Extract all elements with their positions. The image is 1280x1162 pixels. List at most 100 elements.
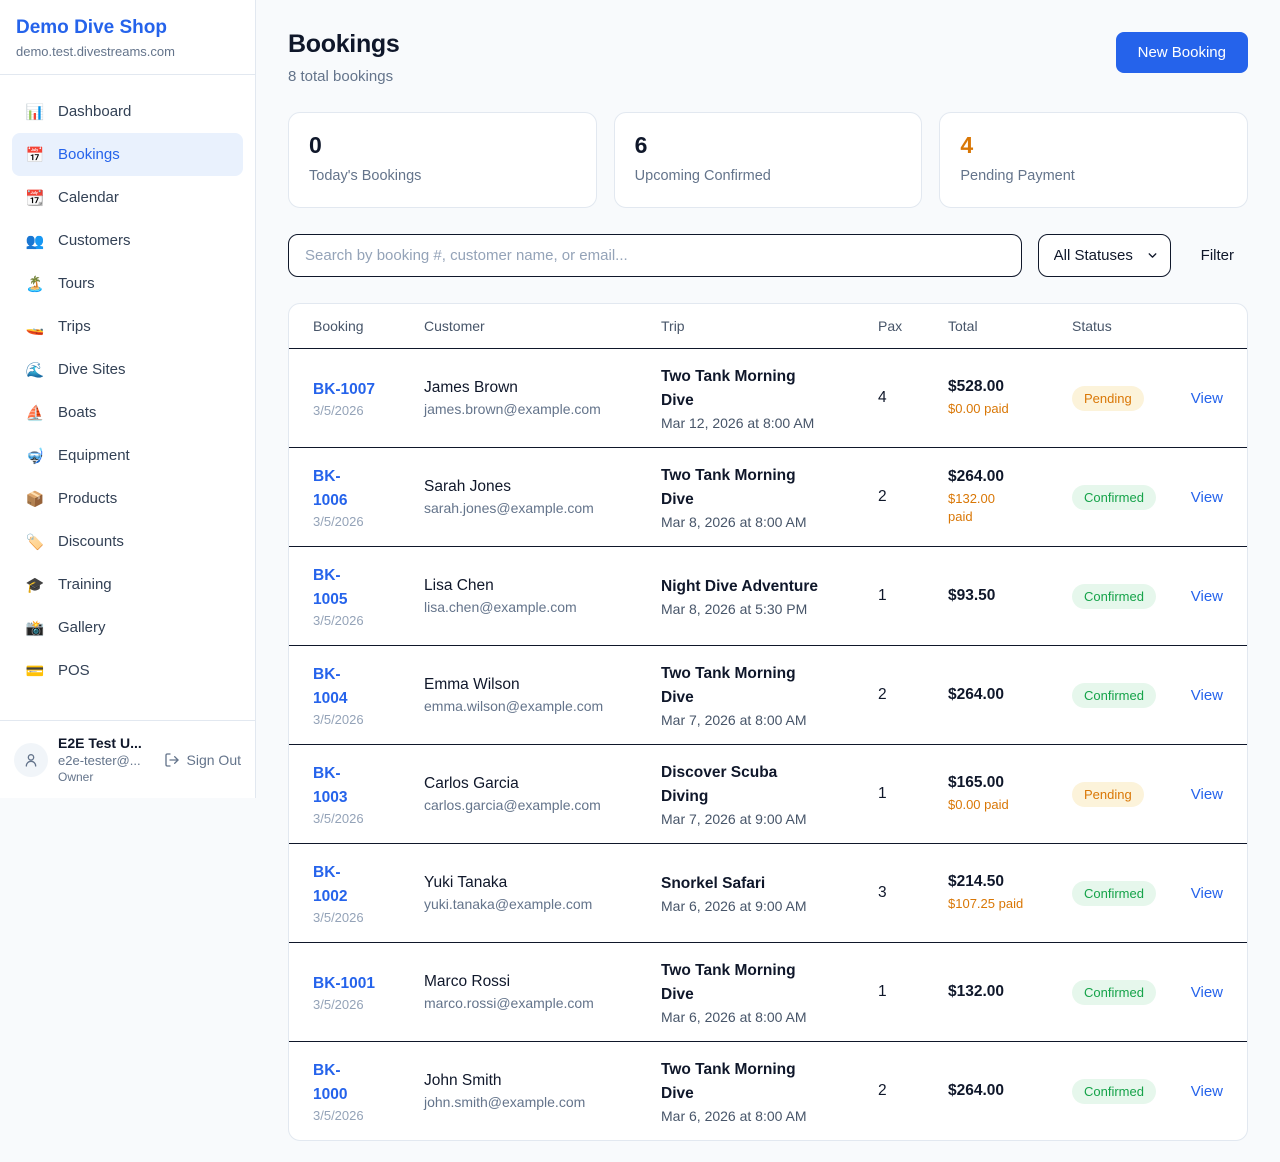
sidebar-item-bookings[interactable]: 📅 Bookings — [12, 133, 243, 176]
sidebar-item-label: Equipment — [58, 447, 130, 464]
booking-id-link[interactable]: BK-1000 — [313, 1059, 359, 1106]
customer-cell: Yuki Tanaka yuki.tanaka@example.com — [424, 874, 661, 912]
main-content: Bookings 8 total bookings New Booking 0 … — [256, 0, 1280, 1141]
customers-icon: 👥 — [25, 232, 45, 250]
booking-cell: BK-1004 3/5/2026 — [313, 663, 424, 727]
paid-amount: $0.00 paid — [948, 400, 1009, 418]
stat-value: 0 — [309, 132, 576, 159]
sidebar-item-label: Dashboard — [58, 103, 131, 120]
status-cell: Confirmed — [1072, 584, 1187, 609]
column-header-customer: Customer — [424, 318, 661, 334]
booking-id-link[interactable]: BK-1002 — [313, 861, 359, 908]
booking-cell: BK-1003 3/5/2026 — [313, 762, 424, 826]
booking-id-link[interactable]: BK-1005 — [313, 564, 359, 611]
status-badge: Confirmed — [1072, 485, 1156, 510]
status-select[interactable]: All Statuses — [1038, 234, 1171, 277]
sidebar-item-products[interactable]: 📦 Products — [12, 477, 243, 520]
booking-id-link[interactable]: BK-1003 — [313, 762, 359, 809]
sidebar-item-label: POS — [58, 662, 90, 679]
filter-button[interactable]: Filter — [1187, 247, 1248, 264]
booking-id-link[interactable]: BK-1007 — [313, 378, 375, 401]
table-row: BK-1006 3/5/2026 Sarah Jones sarah.jones… — [289, 447, 1247, 546]
trip-name: Night Dive Adventure — [661, 575, 878, 598]
sidebar-item-pos[interactable]: 💳 POS — [12, 649, 243, 692]
view-link[interactable]: View — [1191, 786, 1223, 803]
trip-datetime: Mar 8, 2026 at 8:00 AM — [661, 514, 878, 530]
stat-value: 6 — [635, 132, 902, 159]
sidebar-item-discounts[interactable]: 🏷️ Discounts — [12, 520, 243, 563]
status-badge: Pending — [1072, 386, 1144, 411]
sidebar-item-customers[interactable]: 👥 Customers — [12, 219, 243, 262]
sidebar-item-label: Bookings — [58, 146, 120, 163]
sidebar-item-label: Customers — [58, 232, 131, 249]
sidebar-item-label: Boats — [58, 404, 96, 421]
status-cell: Pending — [1072, 386, 1187, 411]
customer-cell: Carlos Garcia carlos.garcia@example.com — [424, 775, 661, 813]
customer-name: John Smith — [424, 1072, 661, 1090]
sidebar-item-boats[interactable]: ⛵ Boats — [12, 391, 243, 434]
trip-name: Two Tank Morning Dive — [661, 662, 809, 709]
paid-amount: $0.00 paid — [948, 796, 1009, 814]
pos-icon: 💳 — [25, 662, 45, 680]
customer-name: Sarah Jones — [424, 478, 661, 496]
sidebar-item-gallery[interactable]: 📸 Gallery — [12, 606, 243, 649]
trip-cell: Two Tank Morning Dive Mar 6, 2026 at 8:0… — [661, 959, 878, 1025]
total-cell: $132.00 — [948, 983, 1072, 1001]
customer-cell: Lisa Chen lisa.chen@example.com — [424, 577, 661, 615]
total-cell: $165.00 $0.00 paid — [948, 774, 1072, 814]
pax-count: 1 — [878, 983, 948, 1001]
sidebar-item-trips[interactable]: 🚤 Trips — [12, 305, 243, 348]
dive-sites-icon: 🌊 — [25, 361, 45, 379]
customer-email: marco.rossi@example.com — [424, 995, 661, 1011]
filter-row: All Statuses Filter — [288, 234, 1248, 277]
trip-name: Two Tank Morning Dive — [661, 464, 809, 511]
sidebar-nav: 📊 Dashboard 📅 Bookings 📆 Calendar 👥 Cust… — [0, 75, 255, 702]
new-booking-button[interactable]: New Booking — [1116, 32, 1248, 73]
sidebar-item-dashboard[interactable]: 📊 Dashboard — [12, 90, 243, 133]
view-link[interactable]: View — [1191, 687, 1223, 704]
customer-name: Carlos Garcia — [424, 775, 661, 793]
column-header-booking: Booking — [313, 318, 424, 334]
sidebar-item-equipment[interactable]: 🤿 Equipment — [12, 434, 243, 477]
booking-date: 3/5/2026 — [313, 1108, 424, 1123]
view-link[interactable]: View — [1191, 984, 1223, 1001]
trip-datetime: Mar 7, 2026 at 8:00 AM — [661, 712, 878, 728]
total-cell: $264.00 $132.00 paid — [948, 468, 1072, 526]
search-input[interactable] — [288, 234, 1022, 277]
view-link[interactable]: View — [1191, 885, 1223, 902]
stat-card-todays-bookings: 0 Today's Bookings — [288, 112, 597, 208]
customer-email: emma.wilson@example.com — [424, 698, 661, 714]
app: Demo Dive Shop demo.test.divestreams.com… — [0, 0, 1280, 1141]
table-row: BK-1002 3/5/2026 Yuki Tanaka yuki.tanaka… — [289, 843, 1247, 942]
table-row: BK-1004 3/5/2026 Emma Wilson emma.wilson… — [289, 645, 1247, 744]
booking-cell: BK-1005 3/5/2026 — [313, 564, 424, 628]
table-row: BK-1001 3/5/2026 Marco Rossi marco.rossi… — [289, 942, 1247, 1041]
booking-id-link[interactable]: BK-1006 — [313, 465, 359, 512]
sidebar-item-dive-sites[interactable]: 🌊 Dive Sites — [12, 348, 243, 391]
sidebar-item-calendar[interactable]: 📆 Calendar — [12, 176, 243, 219]
status-badge: Confirmed — [1072, 1079, 1156, 1104]
paid-amount: $132.00 paid — [948, 490, 1010, 526]
shop-domain: demo.test.divestreams.com — [16, 44, 239, 59]
booking-id-link[interactable]: BK-1001 — [313, 972, 375, 995]
view-link[interactable]: View — [1191, 390, 1223, 407]
stat-label: Today's Bookings — [309, 168, 576, 184]
pax-count: 1 — [878, 785, 948, 803]
status-badge: Confirmed — [1072, 683, 1156, 708]
view-link[interactable]: View — [1191, 1083, 1223, 1100]
sidebar-item-tours[interactable]: 🏝️ Tours — [12, 262, 243, 305]
sidebar-item-label: Trips — [58, 318, 91, 335]
sidebar-item-training[interactable]: 🎓 Training — [12, 563, 243, 606]
status-badge: Confirmed — [1072, 980, 1156, 1005]
view-link[interactable]: View — [1191, 489, 1223, 506]
booking-date: 3/5/2026 — [313, 997, 424, 1012]
sign-out-button[interactable]: Sign Out — [164, 752, 241, 768]
total-cell: $264.00 — [948, 686, 1072, 704]
customer-name: James Brown — [424, 379, 661, 397]
shop-name-link[interactable]: Demo Dive Shop — [16, 17, 239, 39]
booking-id-link[interactable]: BK-1004 — [313, 663, 359, 710]
stat-card-pending-payment: 4 Pending Payment — [939, 112, 1248, 208]
sidebar-item-label: Products — [58, 490, 117, 507]
view-link[interactable]: View — [1191, 588, 1223, 605]
trip-datetime: Mar 6, 2026 at 9:00 AM — [661, 898, 878, 914]
